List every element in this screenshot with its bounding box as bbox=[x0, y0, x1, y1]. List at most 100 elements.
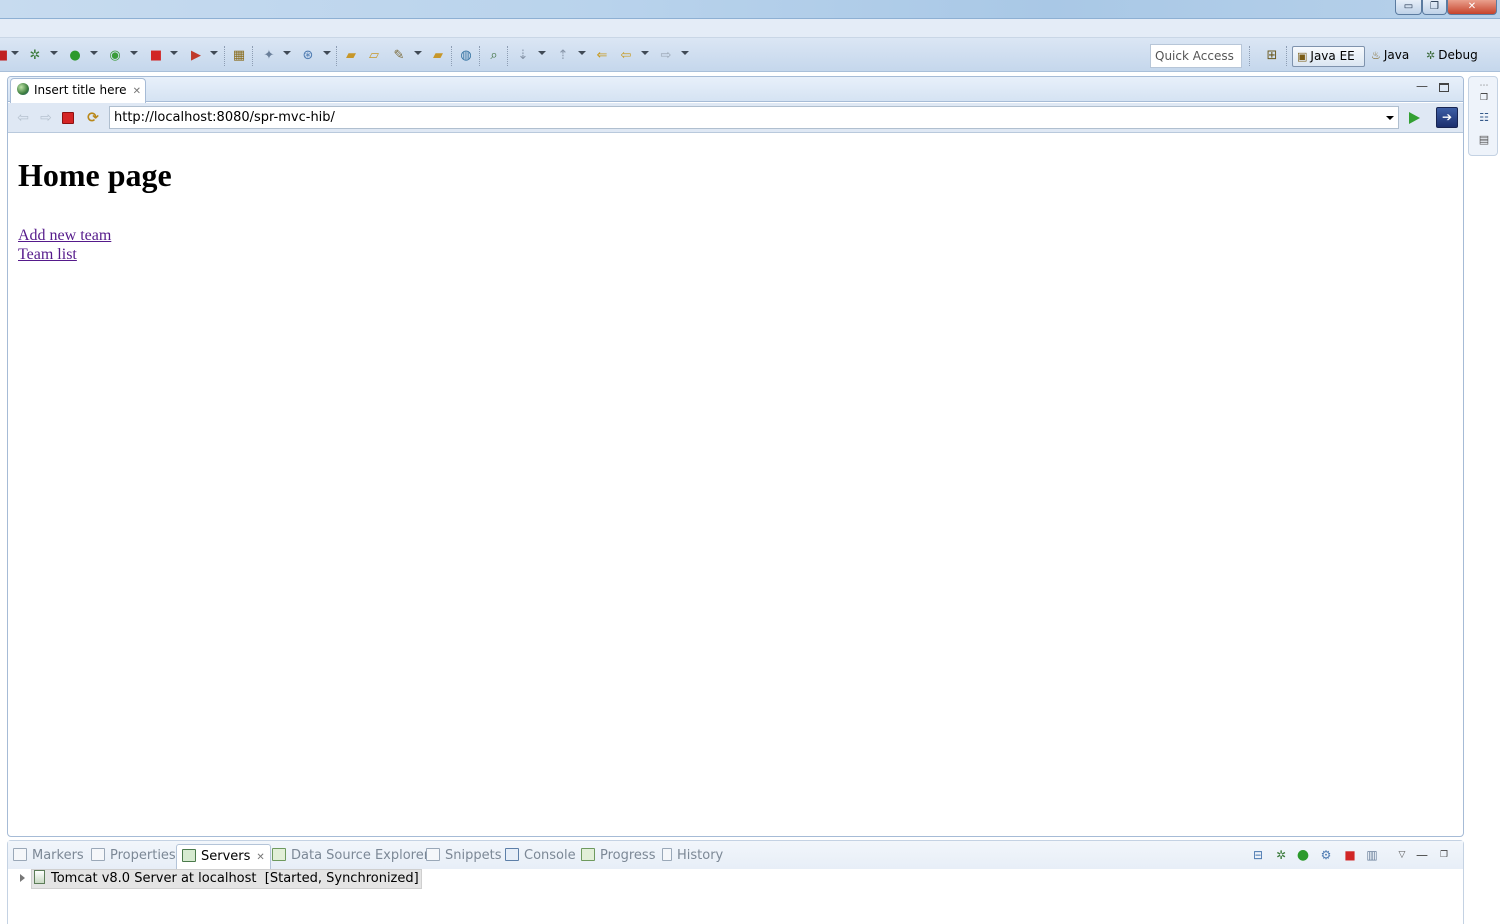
external-tools-dropdown-icon[interactable] bbox=[210, 51, 218, 55]
bottom-tab-bar: Markers Properties Servers ✕ Data Source … bbox=[8, 841, 1463, 869]
search-icon[interactable]: ⌕ bbox=[486, 48, 502, 64]
task-list-icon[interactable]: ▤ bbox=[1477, 133, 1491, 147]
server-tree-row[interactable]: Tomcat v8.0 Server at localhost [Started… bbox=[16, 869, 422, 889]
view-menu-icon[interactable]: ▽ bbox=[1395, 848, 1409, 862]
publish-icon[interactable]: ⊛ bbox=[300, 48, 316, 64]
minimize-panel-icon[interactable]: — bbox=[1415, 848, 1429, 862]
stop-dropdown-icon[interactable] bbox=[11, 51, 19, 55]
restore-panel-icon[interactable]: ❐ bbox=[1437, 848, 1451, 862]
new-server-icon[interactable]: ▦ bbox=[231, 48, 247, 64]
tab-data-source-explorer[interactable]: Data Source Explorer bbox=[272, 847, 429, 867]
maximize-editor-icon[interactable] bbox=[1439, 83, 1449, 92]
next-annotation-dropdown-icon[interactable] bbox=[538, 51, 546, 55]
tab-snippets[interactable]: Snippets bbox=[426, 847, 501, 867]
debug-icon[interactable]: ✲ bbox=[27, 48, 43, 64]
toolbar-separator bbox=[1286, 46, 1287, 66]
coverage-icon[interactable]: ◉ bbox=[107, 48, 123, 64]
go-icon[interactable] bbox=[1409, 112, 1420, 124]
outline-icon[interactable]: ☷ bbox=[1477, 111, 1491, 125]
add-new-team-link[interactable]: Add new team bbox=[18, 226, 172, 245]
tab-console-label: Console bbox=[524, 848, 576, 863]
terminate-dropdown-icon[interactable] bbox=[170, 51, 178, 55]
terminate-icon[interactable]: ■ bbox=[148, 48, 164, 64]
globe-icon bbox=[17, 83, 29, 95]
tab-markers-label: Markers bbox=[32, 848, 84, 863]
stop-server-icon[interactable]: ■ bbox=[1343, 848, 1357, 862]
build-dropdown-icon[interactable] bbox=[414, 51, 422, 55]
publish-dropdown-icon[interactable] bbox=[323, 51, 331, 55]
open-folder-icon[interactable]: ▱ bbox=[366, 48, 382, 64]
server-item[interactable]: Tomcat v8.0 Server at localhost [Started… bbox=[31, 869, 422, 889]
previous-annotation-dropdown-icon[interactable] bbox=[578, 51, 586, 55]
toolbar-separator bbox=[451, 46, 452, 66]
server-name: Tomcat v8.0 Server at localhost bbox=[51, 871, 257, 886]
next-annotation-icon[interactable]: ⇣ bbox=[515, 48, 531, 64]
open-task-icon[interactable]: ▰ bbox=[430, 48, 446, 64]
servers-icon bbox=[182, 849, 196, 862]
perspective-java[interactable]: ♨ Java bbox=[1367, 46, 1419, 67]
tab-progress[interactable]: Progress bbox=[581, 847, 655, 867]
start-profile-icon[interactable]: ⚙ bbox=[1319, 848, 1333, 862]
restore-window-button[interactable]: ❐ bbox=[1422, 0, 1447, 15]
tab-history[interactable]: History bbox=[662, 847, 723, 867]
collapse-all-icon[interactable]: ⊟ bbox=[1251, 848, 1265, 862]
team-list-link[interactable]: Team list bbox=[18, 245, 172, 264]
snippets-icon bbox=[426, 848, 440, 861]
refresh-icon[interactable]: ⟳ bbox=[85, 110, 101, 126]
last-edit-icon[interactable]: ⇐ bbox=[594, 48, 610, 64]
web-browser-icon[interactable]: ◍ bbox=[458, 48, 474, 64]
forward-dropdown-icon[interactable] bbox=[681, 51, 689, 55]
new-project-icon[interactable]: ✦ bbox=[261, 48, 277, 64]
tab-console[interactable]: Console bbox=[505, 847, 576, 867]
back-icon[interactable]: ⇦ bbox=[618, 48, 634, 64]
back-arrow-icon[interactable]: ⇦ bbox=[15, 110, 31, 126]
perspective-java-ee-label: Java EE bbox=[1310, 49, 1355, 63]
quick-access-field[interactable]: Quick Access bbox=[1150, 44, 1242, 68]
tab-markers[interactable]: Markers bbox=[13, 847, 84, 867]
java-icon: ♨ bbox=[1371, 49, 1381, 62]
tab-browser-page[interactable]: Insert title here ✕ bbox=[10, 78, 146, 103]
url-history-dropdown-icon[interactable] bbox=[1386, 116, 1394, 120]
console-icon bbox=[505, 848, 519, 861]
tomcat-server-icon bbox=[34, 870, 45, 884]
run-dropdown-icon[interactable] bbox=[90, 51, 98, 55]
coverage-dropdown-icon[interactable] bbox=[130, 51, 138, 55]
expand-arrow-icon[interactable] bbox=[20, 874, 25, 882]
minimize-editor-icon[interactable]: — bbox=[1416, 80, 1428, 93]
back-dropdown-icon[interactable] bbox=[641, 51, 649, 55]
markers-icon bbox=[13, 848, 27, 861]
page-heading: Home page bbox=[18, 157, 172, 193]
tab-properties[interactable]: Properties bbox=[91, 847, 176, 867]
close-tab-icon[interactable]: ✕ bbox=[133, 86, 141, 97]
debug-dropdown-icon[interactable] bbox=[50, 51, 58, 55]
external-tools-icon[interactable]: ▶ bbox=[188, 48, 204, 64]
build-icon[interactable]: ✎ bbox=[391, 48, 407, 64]
open-external-browser-icon[interactable]: ➔ bbox=[1436, 107, 1458, 128]
minimize-window-button[interactable]: ▭ bbox=[1395, 0, 1422, 15]
url-input[interactable]: http://localhost:8080/spr-mvc-hib/ bbox=[109, 106, 1399, 129]
close-window-button[interactable]: ✕ bbox=[1447, 0, 1497, 15]
perspective-debug[interactable]: ✲ Debug bbox=[1422, 46, 1492, 67]
open-type-icon[interactable]: ▰ bbox=[343, 48, 359, 64]
toolbar-separator bbox=[507, 46, 508, 66]
stop-loading-icon[interactable] bbox=[62, 112, 74, 124]
start-server-icon[interactable]: ● bbox=[1296, 848, 1310, 862]
perspective-java-ee[interactable]: ▣ Java EE bbox=[1292, 46, 1365, 67]
forward-icon[interactable]: ⇨ bbox=[658, 48, 674, 64]
publish-server-icon[interactable]: ▥ bbox=[1365, 848, 1379, 862]
start-debug-icon[interactable]: ✲ bbox=[1274, 848, 1288, 862]
toolbar-separator bbox=[1249, 46, 1250, 66]
forward-arrow-icon[interactable]: ⇨ bbox=[38, 110, 54, 126]
close-servers-tab-icon[interactable]: ✕ bbox=[256, 852, 264, 863]
history-icon bbox=[662, 848, 672, 861]
open-perspective-icon[interactable]: ⊞ bbox=[1262, 46, 1282, 66]
perspective-debug-label: Debug bbox=[1438, 48, 1478, 62]
right-trim-stack: ⋯ ❐ ☷ ▤ bbox=[1468, 76, 1498, 156]
new-project-dropdown-icon[interactable] bbox=[283, 51, 291, 55]
run-icon[interactable]: ● bbox=[67, 48, 83, 64]
tab-properties-label: Properties bbox=[110, 848, 176, 863]
previous-annotation-icon[interactable]: ⇡ bbox=[555, 48, 571, 64]
stop-icon[interactable]: ■ bbox=[0, 48, 10, 64]
tab-servers[interactable]: Servers ✕ bbox=[176, 844, 271, 869]
restore-icon[interactable]: ❐ bbox=[1477, 91, 1491, 105]
